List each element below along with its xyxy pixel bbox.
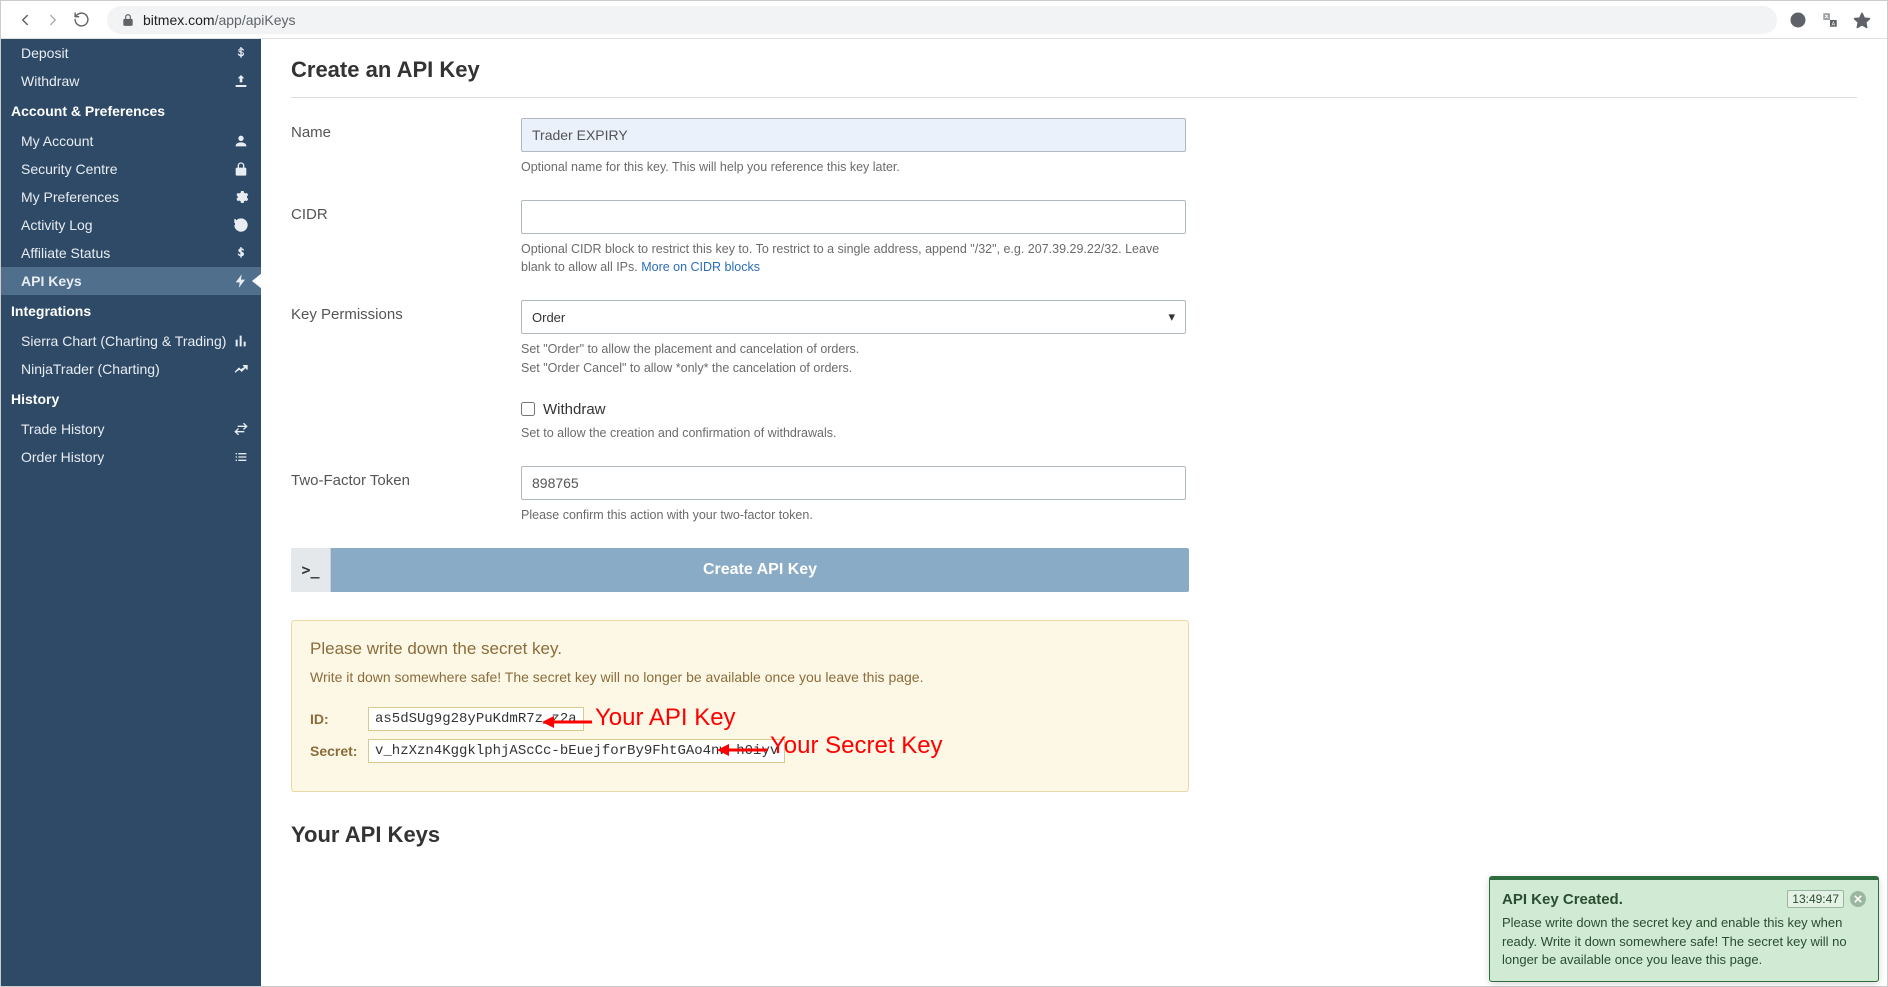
bitcoin-icon	[233, 45, 249, 61]
annotation-api-key: Your API Key	[595, 704, 736, 732]
sidebar-item-activity-log[interactable]: Activity Log	[1, 211, 261, 239]
alert-text: Write it down somewhere safe! The secret…	[310, 669, 1170, 685]
sidebar-item-affiliate-status[interactable]: Affiliate Status	[1, 239, 261, 267]
bitcoin-icon	[233, 245, 249, 261]
permissions-hint-1: Set "Order" to allow the placement and c…	[521, 340, 1186, 358]
permissions-hint-2: Set "Order Cancel" to allow *only* the c…	[521, 359, 1186, 377]
sidebar-item-trade-history[interactable]: Trade History	[1, 415, 261, 443]
permissions-label: Key Permissions	[291, 300, 521, 376]
sidebar-item-my-preferences[interactable]: My Preferences	[1, 183, 261, 211]
gear-icon	[233, 189, 249, 205]
name-hint: Optional name for this key. This will he…	[521, 158, 1186, 176]
sidebar-heading-history: History	[1, 383, 261, 415]
name-input[interactable]	[521, 118, 1186, 152]
lock-icon	[121, 13, 135, 27]
sidebar-item-label: API Keys	[21, 273, 82, 289]
sidebar-item-sierra-chart[interactable]: Sierra Chart (Charting & Trading)	[1, 327, 261, 355]
page-title: Create an API Key	[291, 57, 1857, 83]
api-secret-label: Secret:	[310, 743, 368, 759]
sidebar-item-label: Activity Log	[21, 217, 93, 233]
sidebar-item-label: Affiliate Status	[21, 245, 110, 261]
secret-key-alert: Please write down the secret key. Write …	[291, 620, 1189, 792]
alert-title: Please write down the secret key.	[310, 639, 1170, 659]
arrow-secret-key-icon	[717, 741, 767, 759]
history-icon	[233, 217, 249, 233]
token-input[interactable]	[521, 466, 1186, 500]
sidebar-item-label: Order History	[21, 449, 104, 465]
main-content: Create an API Key Name Optional name for…	[261, 39, 1887, 986]
svg-text:A: A	[1832, 21, 1836, 27]
sidebar: Deposit Withdraw Account & Preferences M…	[1, 39, 261, 986]
translate-icon[interactable]: A	[1821, 11, 1839, 29]
sidebar-item-api-keys[interactable]: API Keys	[1, 267, 261, 295]
withdraw-checkbox[interactable]	[521, 402, 535, 416]
terminal-prompt-icon: >_	[291, 548, 331, 592]
sidebar-heading-account: Account & Preferences	[1, 95, 261, 127]
toast-body: Please write down the secret key and ena…	[1502, 914, 1866, 969]
sidebar-item-label: Security Centre	[21, 161, 117, 177]
create-button-label: Create API Key	[331, 561, 1189, 579]
sidebar-item-security-centre[interactable]: Security Centre	[1, 155, 261, 183]
trend-icon	[233, 361, 249, 377]
sidebar-item-label: My Account	[21, 133, 93, 149]
annotation-secret-key: Your Secret Key	[770, 732, 943, 760]
sidebar-heading-integrations: Integrations	[1, 295, 261, 327]
sidebar-item-order-history[interactable]: Order History	[1, 443, 261, 471]
toast-close-button[interactable]	[1850, 891, 1866, 907]
withdraw-label: Withdraw	[543, 401, 606, 418]
toast-api-key-created: API Key Created. 13:49:47 Please write d…	[1489, 876, 1879, 982]
cidr-label: CIDR	[291, 200, 521, 276]
browser-reload-button[interactable]	[67, 6, 95, 34]
sidebar-item-label: Withdraw	[21, 73, 79, 89]
sidebar-item-label: Deposit	[21, 45, 68, 61]
close-icon	[1854, 895, 1862, 903]
browser-actions: A	[1789, 11, 1877, 29]
divider	[291, 97, 1857, 98]
toast-title: API Key Created.	[1502, 891, 1623, 908]
add-circle-icon[interactable]	[1789, 11, 1807, 29]
browser-forward-button[interactable]	[39, 6, 67, 34]
upload-icon	[233, 73, 249, 89]
cidr-hint: Optional CIDR block to restrict this key…	[521, 240, 1186, 276]
address-bar[interactable]: bitmex.com/app/apiKeys	[107, 6, 1777, 34]
permissions-select[interactable]: Order ▾	[521, 300, 1186, 334]
url-path: /app/apiKeys	[215, 12, 296, 28]
token-label: Two-Factor Token	[291, 466, 521, 524]
permissions-value: Order	[532, 310, 565, 325]
sidebar-item-label: My Preferences	[21, 189, 119, 205]
list-icon	[233, 449, 249, 465]
sidebar-item-label: Sierra Chart (Charting & Trading)	[21, 333, 226, 349]
toast-timestamp: 13:49:47	[1787, 890, 1844, 908]
chevron-down-icon: ▾	[1168, 309, 1175, 325]
bolt-icon	[233, 273, 249, 289]
token-hint: Please confirm this action with your two…	[521, 506, 1186, 524]
cidr-more-link[interactable]: More on CIDR blocks	[641, 260, 760, 274]
sidebar-item-ninjatrader[interactable]: NinjaTrader (Charting)	[1, 355, 261, 383]
user-icon	[233, 133, 249, 149]
sidebar-item-my-account[interactable]: My Account	[1, 127, 261, 155]
your-api-keys-heading: Your API Keys	[291, 822, 1857, 848]
url-host: bitmex.com	[143, 12, 215, 28]
sidebar-item-withdraw[interactable]: Withdraw	[1, 67, 261, 95]
sidebar-item-label: Trade History	[21, 421, 105, 437]
lock-icon	[233, 161, 249, 177]
withdraw-hint: Set to allow the creation and confirmati…	[521, 424, 1186, 442]
api-id-label: ID:	[310, 711, 368, 727]
browser-toolbar: bitmex.com/app/apiKeys A	[1, 1, 1887, 39]
create-api-key-button[interactable]: >_ Create API Key	[291, 548, 1189, 592]
browser-back-button[interactable]	[11, 6, 39, 34]
sidebar-item-deposit[interactable]: Deposit	[1, 39, 261, 67]
bar-chart-icon	[233, 333, 249, 349]
swap-icon	[233, 421, 249, 437]
sidebar-item-label: NinjaTrader (Charting)	[21, 361, 160, 377]
star-icon[interactable]	[1853, 11, 1871, 29]
name-label: Name	[291, 118, 521, 176]
arrow-api-key-icon	[542, 713, 592, 731]
cidr-input[interactable]	[521, 200, 1186, 234]
